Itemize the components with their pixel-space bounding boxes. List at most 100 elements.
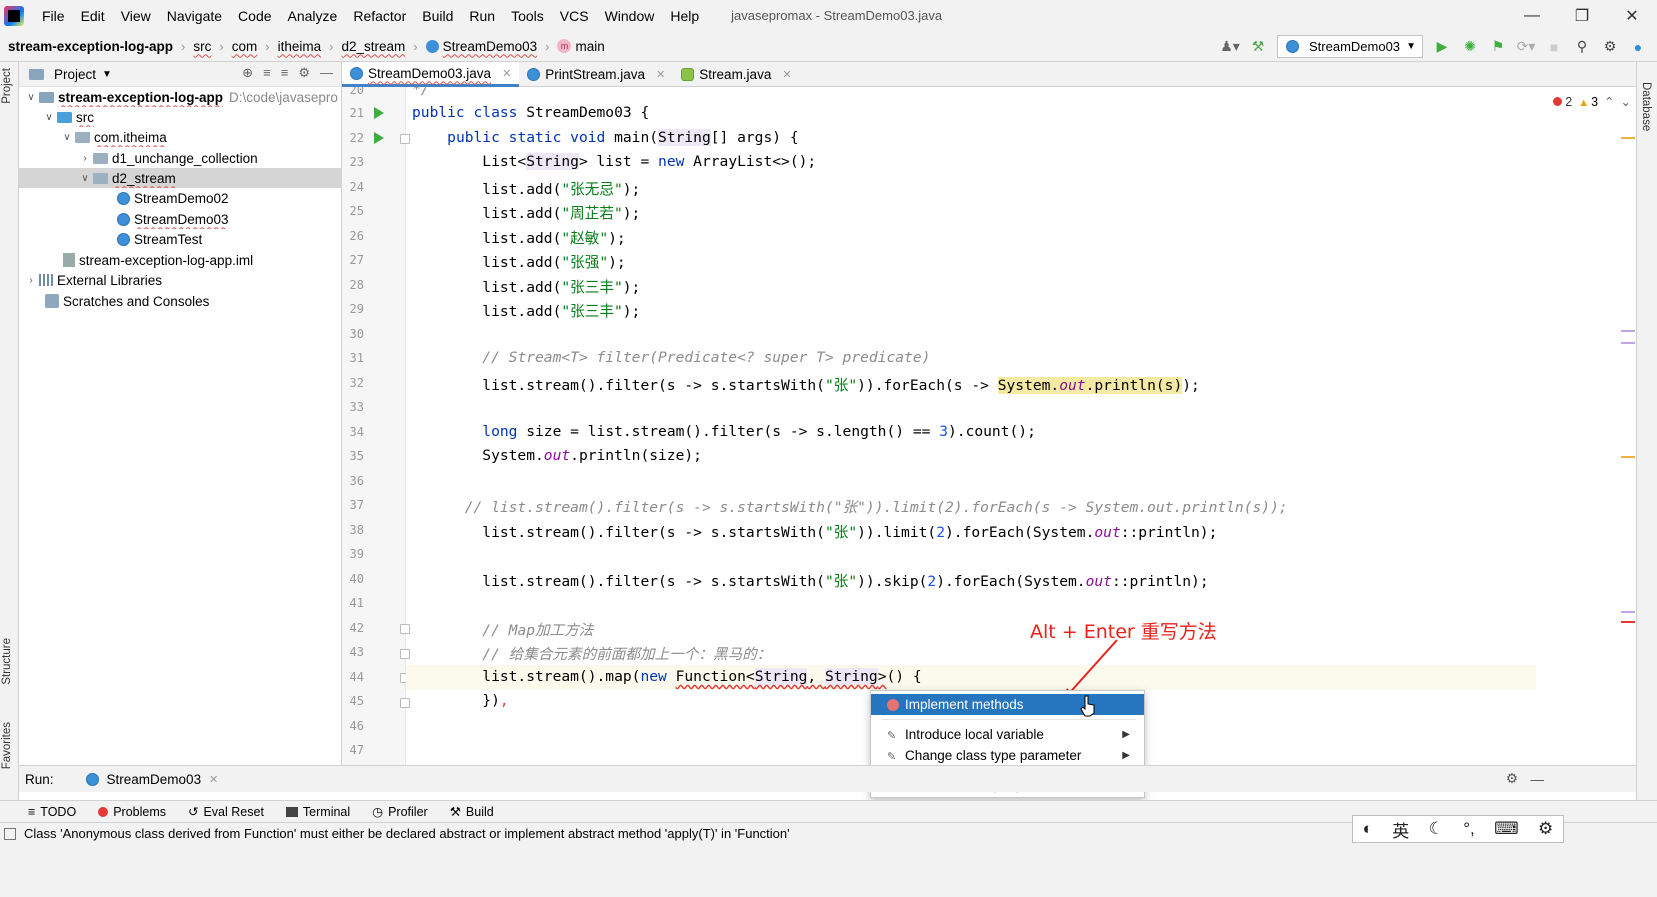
- project-tool-button[interactable]: Project: [1, 68, 13, 104]
- search-icon[interactable]: ⚲: [1573, 38, 1591, 56]
- run-gutter-icon[interactable]: [374, 132, 384, 144]
- minimize-icon[interactable]: —: [1507, 0, 1557, 31]
- menu-window[interactable]: Window: [597, 8, 663, 24]
- coverage-icon[interactable]: ⚑: [1489, 38, 1507, 56]
- edit-icon: ✎: [887, 750, 897, 763]
- tree-item-demo02[interactable]: StreamDemo02: [19, 188, 342, 208]
- locate-icon[interactable]: ⊕: [242, 65, 253, 81]
- debug-icon[interactable]: ✺: [1461, 38, 1479, 56]
- run-tab[interactable]: StreamDemo03 ✕: [84, 772, 218, 787]
- menu-analyze[interactable]: Analyze: [280, 8, 346, 24]
- punctuation-icon[interactable]: °,: [1463, 819, 1475, 839]
- tree-item-project[interactable]: ∨ stream-exception-log-app D:\code\javas…: [19, 87, 342, 107]
- warning-marker[interactable]: [1621, 137, 1635, 139]
- problems-tool-button[interactable]: Problems: [98, 805, 166, 819]
- structure-tool-button[interactable]: Structure: [1, 638, 13, 685]
- usage-marker[interactable]: [1621, 330, 1635, 332]
- profile-icon[interactable]: ⟳▾: [1517, 38, 1536, 56]
- keyboard-icon[interactable]: ⌨: [1494, 819, 1519, 839]
- menu-edit[interactable]: Edit: [73, 8, 113, 24]
- tree-item-src[interactable]: ∨ src: [19, 107, 342, 127]
- menu-navigate[interactable]: Navigate: [159, 8, 230, 24]
- profiler-tool-button[interactable]: ◷ Profiler: [372, 804, 428, 820]
- tree-item-streamtest[interactable]: StreamTest: [19, 229, 342, 249]
- warning-marker[interactable]: [1621, 456, 1635, 458]
- gear-icon[interactable]: ⚙: [1538, 819, 1553, 839]
- hammer-icon[interactable]: ⚒: [1249, 38, 1267, 56]
- tree-item-scratches[interactable]: Scratches and Consoles: [19, 291, 342, 311]
- run-config-select[interactable]: StreamDemo03 ▼: [1277, 35, 1423, 58]
- menu-vcs[interactable]: VCS: [552, 8, 597, 24]
- menu-refactor[interactable]: Refactor: [345, 8, 414, 24]
- menu-file[interactable]: File: [34, 8, 73, 24]
- ime-language[interactable]: 英: [1392, 817, 1409, 842]
- menu-view[interactable]: View: [113, 8, 159, 24]
- close-icon[interactable]: ✕: [1607, 0, 1657, 31]
- chevron-up-icon[interactable]: ⌃: [1604, 94, 1614, 109]
- tree-item-package[interactable]: ∨ com.itheima: [19, 127, 342, 147]
- gear-icon[interactable]: ⚙: [298, 65, 310, 81]
- breadcrumb-d2-stream[interactable]: d2_stream: [341, 39, 405, 54]
- gear-icon[interactable]: ⚙: [1601, 38, 1619, 56]
- hide-icon[interactable]: —: [320, 65, 333, 81]
- run-gutter-icon[interactable]: [374, 107, 384, 119]
- breadcrumb-project[interactable]: stream-exception-log-app: [8, 39, 173, 54]
- fold-icon[interactable]: [400, 134, 410, 144]
- fold-icon[interactable]: [400, 649, 410, 659]
- gear-icon[interactable]: ⚙: [1506, 771, 1518, 787]
- build-tool-button[interactable]: ⚒ Build: [450, 804, 494, 820]
- inspection-widget[interactable]: 2 3 ⌃ ⌄: [1553, 94, 1631, 110]
- tree-item-demo03[interactable]: StreamDemo03: [19, 209, 342, 229]
- menu-run[interactable]: Run: [461, 8, 503, 24]
- change-class-type-item[interactable]: ✎ Change class type parameter ▶: [871, 745, 1144, 766]
- code-editor[interactable]: 20 21 22 23 24 25 26 27 28 29 30 31 32 3…: [342, 87, 1536, 765]
- close-icon[interactable]: ✕: [209, 773, 218, 786]
- breadcrumb-class[interactable]: StreamDemo03: [443, 39, 538, 54]
- todo-tool-button[interactable]: ≡ TODO: [28, 805, 76, 819]
- collapse-all-icon[interactable]: ≡: [281, 65, 289, 81]
- tab-printstream[interactable]: PrintStream.java ✕: [519, 62, 673, 87]
- menu-build[interactable]: Build: [414, 8, 461, 24]
- breadcrumb-src[interactable]: src: [193, 39, 211, 54]
- eval-reset-tool-button[interactable]: ↺ Eval Reset: [188, 804, 264, 820]
- usage-marker[interactable]: [1621, 611, 1635, 613]
- tree-item-iml[interactable]: stream-exception-log-app.iml: [19, 250, 342, 270]
- stop-icon[interactable]: ■: [1545, 38, 1563, 56]
- restore-icon[interactable]: ❐: [1557, 0, 1607, 31]
- database-tool-button[interactable]: Database: [1640, 82, 1652, 131]
- tab-stream[interactable]: Stream.java ✕: [673, 62, 799, 87]
- hide-icon[interactable]: —: [1531, 772, 1545, 787]
- chevron-down-icon[interactable]: ⌄: [1621, 94, 1631, 109]
- implement-methods-item[interactable]: Implement methods: [871, 694, 1144, 715]
- close-icon[interactable]: ✕: [782, 68, 791, 81]
- usage-marker[interactable]: [1621, 342, 1635, 344]
- tree-item-libraries[interactable]: › External Libraries: [19, 270, 342, 290]
- chevron-down-icon[interactable]: ▼: [102, 69, 112, 80]
- breadcrumb-itheima[interactable]: itheima: [278, 39, 322, 54]
- expand-all-icon[interactable]: ≡: [263, 65, 271, 81]
- tree-item-d2[interactable]: ∨ d2_stream: [19, 168, 342, 188]
- error-marker[interactable]: [1621, 621, 1635, 623]
- project-panel-title[interactable]: Project: [54, 67, 96, 82]
- menu-tools[interactable]: Tools: [503, 8, 552, 24]
- menu-help[interactable]: Help: [662, 8, 707, 24]
- introduce-local-variable-item[interactable]: ✎ Introduce local variable ▶: [871, 724, 1144, 745]
- fold-icon[interactable]: [400, 624, 410, 634]
- line-number: 35: [349, 449, 364, 463]
- status-toggle-icon[interactable]: [4, 827, 16, 840]
- close-icon[interactable]: ✕: [656, 68, 665, 81]
- favorites-tool-button[interactable]: Favorites: [1, 722, 13, 769]
- terminal-tool-button[interactable]: Terminal: [285, 805, 350, 819]
- breadcrumb-com[interactable]: com: [232, 39, 258, 54]
- plugin-icon[interactable]: ●: [1629, 38, 1647, 56]
- fold-icon[interactable]: [400, 698, 410, 708]
- moon-icon[interactable]: ☾: [1429, 819, 1444, 839]
- user-icon[interactable]: ♟▾: [1220, 38, 1240, 56]
- breadcrumb-method[interactable]: main: [575, 39, 604, 54]
- menu-code[interactable]: Code: [230, 8, 279, 24]
- run-icon[interactable]: ▶: [1433, 38, 1451, 56]
- tab-streamdemo03[interactable]: StreamDemo03.java ✕: [342, 62, 520, 87]
- tree-item-d1[interactable]: › d1_unchange_collection: [19, 148, 342, 168]
- ime-logo-icon[interactable]: ◐: [1363, 819, 1373, 839]
- close-icon[interactable]: ✕: [502, 67, 511, 80]
